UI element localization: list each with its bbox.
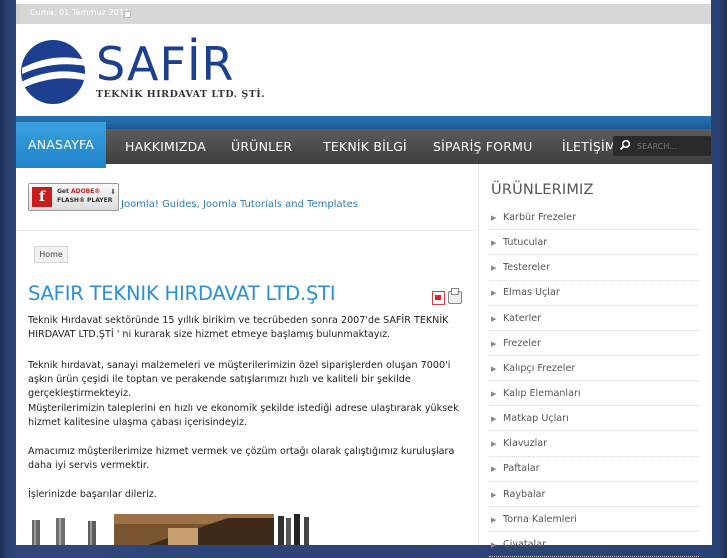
sidebar-item-label: Karbür Frezeler — [503, 212, 577, 223]
flash-text-get: Get — [57, 188, 71, 195]
sidebar-item-testereler[interactable]: ▶ Testereler — [489, 256, 699, 281]
print-icon[interactable] — [448, 288, 462, 304]
main-nav: ANASAYFA HAKKIMIZDA ÜRÜNLER TEKNİK BİLGİ… — [16, 122, 711, 168]
get-flash-button[interactable]: f Get ADOBE® FLASH® PLAYER ⬇ — [28, 183, 119, 211]
sidebar-item-label: Elmas Uçlar — [503, 287, 560, 299]
search-box[interactable] — [613, 136, 711, 156]
arrow-right-icon: ▶ — [491, 440, 497, 449]
article-paragraph: Teknik Hırdavat sektöründe 15 yıllık bir… — [28, 315, 449, 340]
sidebar-item-paftalar[interactable]: ▶ Paftalar — [489, 457, 699, 482]
arrow-right-icon: ▶ — [491, 339, 497, 348]
search-icon[interactable] — [619, 139, 631, 151]
arrow-right-icon: ▶ — [491, 515, 497, 524]
article-paragraph: Müşterilerimizin taleplerini en hızlı ve… — [28, 403, 459, 428]
download-arrow-icon: ⬇ — [110, 188, 116, 196]
arrow-right-icon: ▶ — [491, 239, 497, 248]
article-paragraph: Teknik hırdavat, sanayi malzemeleri ve m… — [28, 360, 451, 399]
date-text: Cuma, 01 Temmuz 2011 — [30, 8, 130, 17]
flash-text-player: FLASH® PLAYER — [57, 197, 113, 204]
divider — [16, 230, 476, 231]
sidebar-item-frezeler[interactable]: ▶ Frezeler — [489, 332, 699, 356]
sidebar-item-label: Testereler — [503, 262, 550, 274]
end-mill-image — [32, 518, 96, 545]
nav-item-iletisim[interactable]: İLETİŞİM — [562, 129, 616, 164]
page: Cuma, 01 Temmuz 2011 SAFİR TEKNİK HIRDAV… — [16, 0, 712, 558]
sidebar-item-label: Katerler — [503, 312, 542, 324]
sidebar-item-label: Kalıp Elemanları — [503, 387, 581, 399]
flash-text-adobe: ADOBE® — [70, 188, 101, 195]
sidebar-item-raybalar[interactable]: ▶ Raybalar — [489, 483, 699, 507]
drill-bits-image — [278, 514, 309, 545]
nav-item-urunler[interactable]: ÜRÜNLER — [231, 129, 292, 164]
joomla-link[interactable]: Joomla! Guides, Joomla Tutorials and Tem… — [121, 199, 358, 210]
header: SAFİR TEKNİK HIRDAVAT LTD. ŞTİ. — [16, 24, 711, 116]
sidebar-item-label: Klavuzlar — [503, 438, 548, 450]
sidebar-item-torna-kalemleri[interactable]: ▶ Torna Kalemleri — [489, 508, 699, 532]
product-images — [32, 514, 309, 545]
sidebar-item-karbur-frezeler[interactable]: ▶ Karbür Frezeler — [489, 206, 699, 231]
flash-icon: f — [32, 187, 52, 207]
rss-icon[interactable] — [124, 11, 131, 18]
article-paragraph: İşlerinizde başarılar dileriz. — [28, 489, 157, 500]
sidebar: ÜRÜNLERIMIZ ▶ Karbür Frezeler ▶ Tutucular … — [478, 164, 712, 558]
sidebar-item-label: Tutucular — [503, 237, 548, 249]
arrow-right-icon: ▶ — [491, 415, 497, 424]
breadcrumb-home[interactable]: Home — [34, 246, 68, 263]
sidebar-item-label: Civatalar — [503, 538, 547, 550]
page-title: SAFIR TEKNIK HIRDAVAT LTD.ŞTI — [28, 282, 336, 305]
arrow-right-icon: ▶ — [491, 314, 497, 323]
main-content: f Get ADOBE® FLASH® PLAYER ⬇ Joomla! Gui… — [16, 164, 478, 545]
product-category-list: ▶ Karbür Frezeler ▶ Tutucular ▶ Testereler … — [489, 206, 699, 558]
sidebar-item-label: Torna Kalemleri — [503, 513, 577, 525]
logo-text[interactable]: SAFİR — [96, 40, 235, 88]
sidebar-item-label: Raybalar — [503, 488, 546, 500]
article-paragraph: Amacımız müşterilerimize hizmet vermek v… — [28, 446, 455, 471]
search-input[interactable] — [635, 138, 711, 154]
nav-item-anasayfa[interactable]: ANASAYFA — [16, 122, 107, 168]
arrow-right-icon: ▶ — [491, 289, 497, 298]
top-bar: Cuma, 01 Temmuz 2011 — [16, 4, 711, 24]
arrow-right-icon: ▶ — [491, 214, 497, 222]
sidebar-item-elmas-uclar[interactable]: ▶ Elmas Uçlar — [489, 281, 699, 306]
nav-item-teknik-bilgi[interactable]: TEKNİK BİLGİ — [323, 129, 407, 164]
logo-swoosh-icon[interactable] — [18, 38, 88, 106]
pdf-icon[interactable] — [432, 291, 445, 305]
sidebar-item-matkap-uclari[interactable]: ▶ Matkap Uçları — [489, 407, 699, 432]
nav-item-siparis-formu[interactable]: SİPARİŞ FORMU — [433, 129, 532, 164]
sidebar-item-kalip-elemanlari[interactable]: ▶ Kalıp Elemanları — [489, 382, 699, 407]
sidebar-item-label: Kalıpçı Frezeler — [503, 362, 576, 374]
sidebar-item-label: Matkap Uçları — [503, 413, 569, 425]
sidebar-item-kalipci-frezeler[interactable]: ▶ Kalıpçı Frezeler — [489, 357, 699, 382]
nav-item-hakkimizda[interactable]: HAKKIMIZDA — [125, 129, 206, 164]
sidebar-item-katerler[interactable]: ▶ Katerler — [489, 307, 699, 331]
arrow-right-icon: ▶ — [491, 264, 497, 273]
sidebar-item-label: Frezeler — [503, 337, 541, 349]
arrow-right-icon: ▶ — [491, 490, 497, 499]
sidebar-item-klavuzlar[interactable]: ▶ Klavuzlar — [489, 432, 699, 457]
logo-subtitle: TEKNİK HIRDAVAT LTD. ŞTİ. — [96, 89, 266, 100]
workshop-image — [114, 514, 274, 545]
sidebar-item-tutucular[interactable]: ▶ Tutucular — [489, 231, 699, 256]
arrow-right-icon: ▶ — [491, 364, 497, 373]
arrow-right-icon: ▶ — [491, 465, 497, 474]
arrow-right-icon: ▶ — [491, 389, 497, 398]
header-accent-bar — [16, 116, 711, 129]
sidebar-title: ÜRÜNLERIMIZ — [491, 182, 594, 198]
sidebar-item-label: Paftalar — [503, 463, 540, 475]
